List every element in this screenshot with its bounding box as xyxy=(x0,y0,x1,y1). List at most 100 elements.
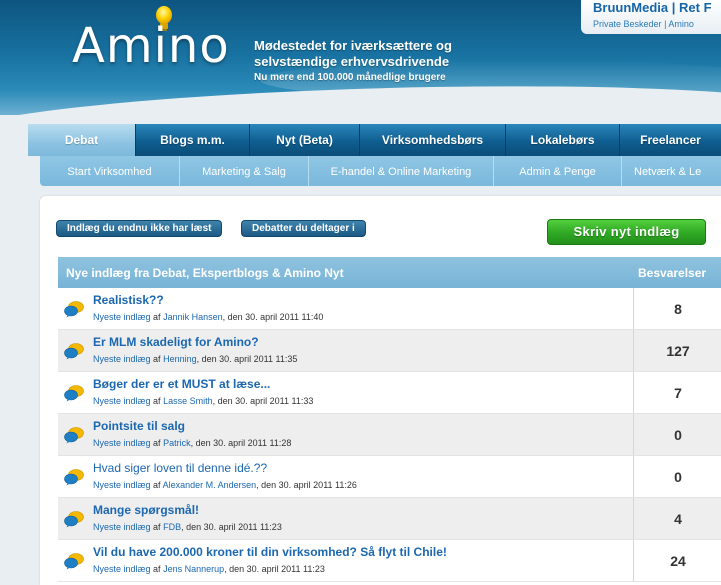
unread-posts-button[interactable]: Indlæg du endnu ikke har læst xyxy=(56,220,223,237)
nav-freelancer[interactable]: Freelancer xyxy=(620,124,721,156)
meta-latest-link[interactable]: Nyeste indlæg xyxy=(93,522,151,532)
user-small-links: Private Beskeder | Amino xyxy=(593,18,721,30)
replies-cell: 127 xyxy=(633,330,721,371)
meta-by: af xyxy=(153,354,161,364)
thread-row: Er MLM skadeligt for Amino? Nyeste indlæ… xyxy=(58,330,721,372)
private-messages-link[interactable]: Private Beskeder xyxy=(593,19,662,29)
thread-title-link[interactable]: Mange spørgsmål! xyxy=(93,503,199,517)
meta-date: , den 30. april 2011 11:40 xyxy=(222,312,324,322)
thread-row: Bøger der er et MUST at læse... Nyeste i… xyxy=(58,372,721,414)
replies-count: 4 xyxy=(674,511,682,527)
thread-meta: Nyeste indlæg af Lasse Smith, den 30. ap… xyxy=(93,396,313,406)
thread-title-link[interactable]: Hvad siger loven til denne idé.?? xyxy=(93,461,267,475)
nav-blogs[interactable]: Blogs m.m. xyxy=(136,124,250,156)
meta-latest-link[interactable]: Nyeste indlæg xyxy=(93,312,151,322)
author-link[interactable]: FDB xyxy=(163,522,181,532)
thread-title-link[interactable]: Realistisk?? xyxy=(93,293,164,307)
meta-by: af xyxy=(153,522,161,532)
subnav-start-virksomhed[interactable]: Start Virksomhed xyxy=(40,156,180,186)
thread-row: Mange spørgsmål! Nyeste indlæg af FDB, d… xyxy=(58,498,721,540)
thread-title-link[interactable]: Bøger der er et MUST at læse... xyxy=(93,377,270,391)
edit-link[interactable]: Ret F xyxy=(679,0,712,15)
thread-meta: Nyeste indlæg af Jens Nannerup, den 30. … xyxy=(93,564,325,574)
chat-bubbles-icon xyxy=(64,511,84,528)
bruunmedia-link[interactable]: BruunMedia xyxy=(593,0,668,15)
main-nav: Debat Blogs m.m. Nyt (Beta) Virksomhedsb… xyxy=(28,124,721,156)
thread-row: Realistisk?? Nyeste indlæg af Jannik Han… xyxy=(58,288,721,330)
meta-latest-link[interactable]: Nyeste indlæg xyxy=(93,480,151,490)
replies-cell: 0 xyxy=(633,414,721,455)
meta-date: , den 30. april 2011 11:28 xyxy=(190,438,292,448)
thread-meta: Nyeste indlæg af Henning, den 30. april … xyxy=(93,354,297,364)
chat-bubbles-icon xyxy=(64,553,84,570)
meta-latest-link[interactable]: Nyeste indlæg xyxy=(93,564,151,574)
meta-by: af xyxy=(153,312,161,322)
chat-bubbles-icon xyxy=(64,301,84,318)
amino-logo[interactable]: Amino xyxy=(72,18,230,74)
thread-meta: Nyeste indlæg af FDB, den 30. april 2011… xyxy=(93,522,282,532)
meta-date: , den 30. april 2011 11:35 xyxy=(196,354,298,364)
thread-meta: Nyeste indlæg af Patrick, den 30. april … xyxy=(93,438,291,448)
meta-date: , den 30. april 2011 11:26 xyxy=(256,480,357,490)
chat-bubbles-icon xyxy=(64,469,84,486)
replies-cell: 4 xyxy=(633,498,721,539)
replies-cell: 24 xyxy=(633,540,721,581)
author-link[interactable]: Henning xyxy=(163,354,197,364)
meta-date: , den 30. april 2011 11:23 xyxy=(224,564,325,574)
meta-date: , den 30. april 2011 11:33 xyxy=(212,396,314,406)
tagline-line-2: selvstændige erhvervsdrivende xyxy=(254,54,450,69)
content-panel: Indlæg du endnu ikke har læst Debatter d… xyxy=(40,196,721,585)
thread-title-link[interactable]: Er MLM skadeligt for Amino? xyxy=(93,335,259,349)
chat-bubbles-icon xyxy=(64,385,84,402)
meta-latest-link[interactable]: Nyeste indlæg xyxy=(93,438,151,448)
subnav-ehandel-online-marketing[interactable]: E-handel & Online Marketing xyxy=(309,156,494,186)
tagline-line-3: Nu mere end 100.000 månedlige brugere xyxy=(254,72,446,83)
thread-row: Hvad siger loven til denne idé.?? Nyeste… xyxy=(58,456,721,498)
meta-by: af xyxy=(153,438,161,448)
replies-cell: 7 xyxy=(633,372,721,413)
meta-latest-link[interactable]: Nyeste indlæg xyxy=(93,354,151,364)
thread-title-link[interactable]: Vil du have 200.000 kroner til din virks… xyxy=(93,545,447,559)
thread-row: Vil du have 200.000 kroner til din virks… xyxy=(58,540,721,582)
table-header: Nye indlæg fra Debat, Ekspertblogs & Ami… xyxy=(58,257,721,288)
replies-count: 0 xyxy=(674,427,682,443)
subnav-admin-penge[interactable]: Admin & Penge xyxy=(494,156,622,186)
replies-count: 8 xyxy=(674,301,682,317)
meta-date: , den 30. april 2011 11:23 xyxy=(181,522,282,532)
author-link[interactable]: Patrick xyxy=(163,438,191,448)
thread-row: Pointsite til salg Nyeste indlæg af Patr… xyxy=(58,414,721,456)
site-tagline: Mødestedet for iværksættere og selvstænd… xyxy=(254,38,452,85)
author-link[interactable]: Alexander M. Andersen xyxy=(163,480,257,490)
author-link[interactable]: Jens Nannerup xyxy=(163,564,224,574)
nav-lokalebors[interactable]: Lokalebørs xyxy=(506,124,620,156)
thread-title-link[interactable]: Pointsite til salg xyxy=(93,419,185,433)
small-separator: | xyxy=(664,19,667,29)
subnav-marketing-salg[interactable]: Marketing & Salg xyxy=(180,156,309,186)
sub-nav: Start Virksomhed Marketing & Salg E-hand… xyxy=(40,156,721,186)
replies-column-header: Besvarelser xyxy=(638,266,707,280)
nav-debat[interactable]: Debat xyxy=(28,124,136,156)
participated-debates-button[interactable]: Debatter du deltager i xyxy=(241,220,366,237)
subnav-netvaerk[interactable]: Netværk & Le xyxy=(622,156,721,186)
thread-meta: Nyeste indlæg af Alexander M. Andersen, … xyxy=(93,480,357,490)
tagline-line-1: Mødestedet for iværksættere og xyxy=(254,38,452,53)
replies-cell: 0 xyxy=(633,456,721,497)
amino-small-link[interactable]: Amino xyxy=(668,19,694,29)
replies-count: 7 xyxy=(674,385,682,401)
thread-meta: Nyeste indlæg af Jannik Hansen, den 30. … xyxy=(93,312,323,322)
brand-separator: | xyxy=(671,0,676,15)
chat-bubbles-icon xyxy=(64,427,84,444)
author-link[interactable]: Lasse Smith xyxy=(163,396,213,406)
replies-count: 24 xyxy=(670,553,686,569)
nav-virksomhedsbors[interactable]: Virksomhedsbørs xyxy=(360,124,506,156)
table-title: Nye indlæg fra Debat, Ekspertblogs & Ami… xyxy=(66,266,344,280)
nav-nyt-beta[interactable]: Nyt (Beta) xyxy=(250,124,360,156)
user-brand-links: BruunMedia | Ret F xyxy=(593,0,721,16)
meta-by: af xyxy=(153,396,161,406)
site-header: Amino Mødestedet for iværksættere og sel… xyxy=(0,0,721,115)
meta-latest-link[interactable]: Nyeste indlæg xyxy=(93,396,151,406)
replies-count: 127 xyxy=(666,343,690,359)
write-new-post-button[interactable]: Skriv nyt indlæg xyxy=(547,219,706,245)
author-link[interactable]: Jannik Hansen xyxy=(163,312,223,322)
meta-by: af xyxy=(153,480,161,490)
